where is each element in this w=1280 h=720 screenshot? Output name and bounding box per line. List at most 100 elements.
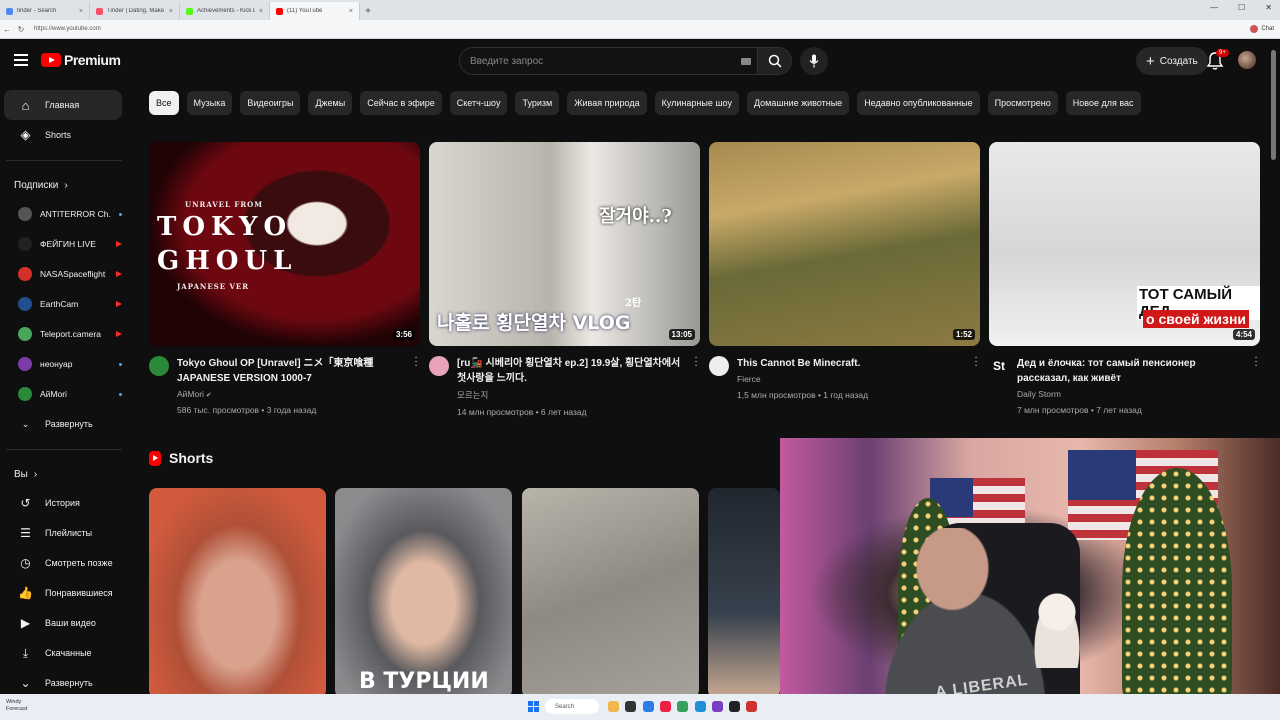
- channel-avatar[interactable]: [149, 356, 169, 376]
- filter-chip[interactable]: Туризм: [515, 91, 560, 115]
- channel-name[interactable]: Daily Storm: [1017, 389, 1246, 399]
- video-text: [ru🚂 시베리아 횡단열차 ep.2] 19.9살, 횡단열차에서 첫사랑을 …: [457, 356, 700, 417]
- filter-chip[interactable]: Просмотрено: [987, 91, 1058, 115]
- sidebar-item-chevron-down[interactable]: ⌄ Развернуть: [4, 668, 122, 694]
- sidebar-item-home[interactable]: ⌂ Главная: [4, 90, 122, 120]
- voice-search-button[interactable]: [800, 47, 828, 75]
- browser-tab[interactable]: (11) YouTube ×: [270, 2, 360, 20]
- subscriptions-heading[interactable]: Подписки ›: [0, 171, 130, 199]
- video-thumbnail[interactable]: ТОТ САМЫЙ ДЕДо своей жизни4:54: [989, 142, 1260, 346]
- video-thumbnail[interactable]: 잘거야..? 나홀로 횡단열차 VLOG 2탄 13:05: [429, 142, 700, 346]
- sidebar-item-watch-later[interactable]: ◷ Смотреть позже: [4, 548, 122, 578]
- subscription-item[interactable]: EarthCam: [4, 289, 122, 319]
- sidebar-item-like[interactable]: 👍 Понравившиеся: [4, 578, 122, 608]
- video-card[interactable]: UNRAVEL FROM TOKYO GHOUL JAPANESE VER 3:56 To…: [149, 142, 420, 415]
- channel-name[interactable]: 모르는지: [457, 389, 686, 401]
- subscription-item[interactable]: АйМori: [4, 379, 122, 409]
- account-avatar[interactable]: [1238, 51, 1256, 69]
- hamburger-menu-icon[interactable]: [14, 54, 28, 66]
- maximize-icon[interactable]: ☐: [1238, 3, 1245, 12]
- youtube-logo[interactable]: Premium: [41, 52, 121, 68]
- url-field[interactable]: https://www.youtube.com: [34, 26, 1250, 32]
- filter-chip[interactable]: Кулинарные шоу: [654, 91, 739, 115]
- channel-avatar[interactable]: St: [989, 356, 1009, 376]
- back-icon[interactable]: ←: [0, 25, 14, 34]
- channel-avatar[interactable]: [709, 356, 729, 376]
- minimize-icon[interactable]: —: [1210, 3, 1218, 12]
- more-options-icon[interactable]: · · ·: [1252, 353, 1260, 371]
- you-heading[interactable]: Вы ›: [0, 460, 130, 488]
- more-options-icon[interactable]: · · ·: [972, 353, 980, 371]
- keyboard-icon[interactable]: [735, 48, 757, 74]
- subscription-item[interactable]: ANTITERROR Ch...: [4, 199, 122, 229]
- video-title[interactable]: Дед и ёлочка: тот самый пенсионер расска…: [1017, 356, 1246, 386]
- subscription-item[interactable]: неонуар: [4, 349, 122, 379]
- channel-name[interactable]: АйМori ✔: [177, 389, 406, 399]
- sidebar-item-download[interactable]: ⤓ Скачанные: [4, 638, 122, 668]
- browser-tab[interactable]: tinder - Search ×: [0, 2, 90, 20]
- short-card[interactable]: [708, 488, 780, 694]
- video-title[interactable]: [ru🚂 시베리아 횡단열차 ep.2] 19.9살, 횡단열차에서 첫사랑을 …: [457, 356, 686, 386]
- taskbar-search[interactable]: Search: [545, 699, 599, 714]
- browser-tab[interactable]: Tinder | Dating, Make Friends & M ×: [90, 2, 180, 20]
- search-button[interactable]: [757, 48, 791, 74]
- more-options-icon[interactable]: · · ·: [692, 353, 700, 371]
- weather-widget[interactable]: Windy Forecast: [6, 699, 27, 713]
- tab-close-icon[interactable]: ×: [259, 8, 263, 15]
- tab-close-icon[interactable]: ×: [79, 8, 83, 15]
- close-window-icon[interactable]: ✕: [1265, 3, 1272, 12]
- subscription-item[interactable]: Teleport.camera: [4, 319, 122, 349]
- subscription-item[interactable]: ФЕЙГИН LIVE: [4, 229, 122, 259]
- chrome-icon[interactable]: [677, 701, 688, 712]
- reload-icon[interactable]: ↻: [14, 25, 28, 34]
- more-options-icon[interactable]: · · ·: [412, 353, 420, 371]
- video-thumbnail[interactable]: UNRAVEL FROM TOKYO GHOUL JAPANESE VER 3:56: [149, 142, 420, 346]
- filter-chip[interactable]: Джемы: [308, 91, 353, 115]
- app-icon[interactable]: [712, 701, 723, 712]
- filter-chip[interactable]: Музыка: [186, 91, 233, 115]
- filter-chip[interactable]: Недавно опубликованные: [857, 91, 980, 115]
- profile-chip[interactable]: Chat: [1250, 25, 1274, 33]
- filter-chip[interactable]: Скетч-шоу: [449, 91, 508, 115]
- video-title[interactable]: This Cannot Be Minecraft.: [737, 356, 966, 371]
- tab-close-icon[interactable]: ×: [169, 8, 173, 15]
- video-thumbnail[interactable]: 1:52: [709, 142, 980, 346]
- sidebar-item-history[interactable]: ↺ История: [4, 488, 122, 518]
- filter-chip[interactable]: Видеоигры: [240, 91, 301, 115]
- new-tab-icon[interactable]: +: [360, 2, 376, 20]
- subscription-item[interactable]: NASASpaceflight: [4, 259, 122, 289]
- video-card[interactable]: 1:52 This Cannot Be Minecraft. Fierce 1,5 м…: [709, 142, 980, 400]
- weather-line-2: Forecast: [6, 706, 28, 712]
- app-icon[interactable]: [746, 701, 757, 712]
- sidebar-item-shorts[interactable]: ◈ Shorts: [4, 120, 122, 150]
- file-explorer-icon[interactable]: [608, 701, 619, 712]
- channel-avatar[interactable]: [429, 356, 449, 376]
- video-title[interactable]: Tokyo Ghoul OP [Unravel] ニメ「東京喰種 JAPANES…: [177, 356, 406, 386]
- channel-name-label: Fierce: [737, 374, 761, 384]
- filter-chip[interactable]: Живая природа: [567, 91, 647, 115]
- short-card[interactable]: [522, 488, 699, 694]
- app-icon[interactable]: [660, 701, 671, 712]
- short-card[interactable]: В ТУРЦИИ: [335, 488, 512, 694]
- search-input[interactable]: [460, 48, 735, 74]
- tab-close-icon[interactable]: ×: [349, 8, 353, 15]
- browser-tab[interactable]: Achievements - Kick Dashboard ×: [180, 2, 270, 20]
- create-button[interactable]: + Создать: [1136, 47, 1208, 75]
- edge-icon[interactable]: [643, 701, 654, 712]
- short-card[interactable]: [149, 488, 326, 694]
- page-scrollbar[interactable]: [1271, 50, 1276, 160]
- filter-chip[interactable]: Все: [149, 91, 179, 115]
- filter-chip[interactable]: Домашние животные: [746, 91, 850, 115]
- video-card[interactable]: 잘거야..? 나홀로 횡단열차 VLOG 2탄 13:05 [ru🚂 시베리아 횡단열차…: [429, 142, 700, 417]
- sidebar-item-playlists[interactable]: ☰ Плейлисты: [4, 518, 122, 548]
- app-icon[interactable]: [695, 701, 706, 712]
- task-view-icon[interactable]: [625, 701, 636, 712]
- subscriptions-expand[interactable]: ⌄ Развернуть: [4, 409, 122, 439]
- filter-chip[interactable]: Сейчас в эфире: [360, 91, 442, 115]
- video-card[interactable]: ТОТ САМЫЙ ДЕДо своей жизни4:54 St Дед и ёл…: [989, 142, 1260, 415]
- channel-name[interactable]: Fierce: [737, 374, 966, 384]
- sidebar-item-your-videos[interactable]: ▶ Ваши видео: [4, 608, 122, 638]
- app-icon[interactable]: [729, 701, 740, 712]
- filter-chip[interactable]: Новое для вас: [1065, 91, 1141, 115]
- windows-start-icon[interactable]: [528, 701, 539, 712]
